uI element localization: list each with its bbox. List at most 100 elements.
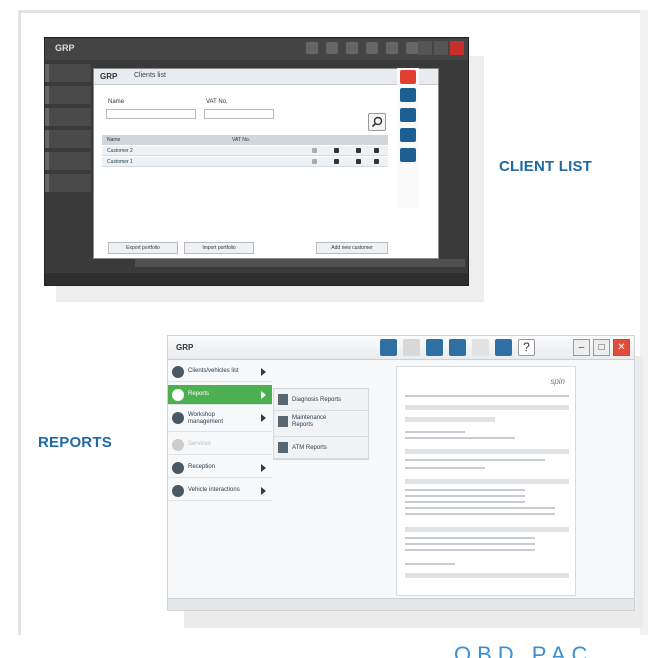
menu-item-reception[interactable]: Reception (168, 458, 272, 478)
info-icon[interactable] (312, 148, 317, 153)
minimize-button[interactable] (418, 41, 432, 55)
info-icon[interactable] (312, 159, 317, 164)
edit-icon[interactable] (356, 159, 361, 164)
dialog-titlebar: GRP Clients list (94, 69, 438, 85)
menu-item-label: Clients/vehicles list (188, 368, 239, 374)
close-button[interactable]: ✕ (613, 339, 630, 356)
dialog-logo: GRP (100, 72, 118, 81)
workshop-icon (172, 412, 184, 424)
report-line (405, 563, 455, 565)
delete-icon[interactable] (374, 159, 379, 164)
sidebar-item[interactable] (45, 108, 91, 126)
report-line (405, 537, 535, 539)
report-line (405, 501, 525, 503)
menu-item-label: Services (188, 441, 212, 447)
toolbar-icon[interactable] (326, 42, 338, 54)
minimize-button[interactable]: – (573, 339, 590, 356)
dialog-action-rail (397, 68, 419, 208)
report-section-bar (405, 449, 569, 454)
toolbar-icon[interactable] (380, 339, 397, 356)
maximize-button[interactable]: □ (593, 339, 610, 356)
search-button[interactable] (368, 113, 386, 131)
report-section-bar (405, 573, 569, 578)
camera-icon[interactable] (495, 339, 512, 356)
sidebar-item[interactable] (45, 174, 91, 192)
help-icon[interactable]: ? (518, 339, 535, 356)
document-icon (278, 394, 288, 405)
sidebar-item[interactable] (45, 152, 91, 170)
toolbar-icon[interactable] (346, 42, 358, 54)
delete-icon[interactable] (374, 148, 379, 153)
help-icon[interactable] (406, 42, 418, 54)
column-header-name[interactable]: Name (107, 137, 120, 143)
reports-screenshot: GRP ? – □ ✕ Clients/vehicles list Report… (167, 335, 635, 611)
report-line (405, 543, 535, 545)
car-icon[interactable] (334, 159, 339, 164)
app-logo: GRP (176, 343, 194, 352)
menu-item-reports[interactable]: Reports (168, 385, 272, 405)
report-logo: spin (550, 377, 565, 386)
toolbar-icon[interactable] (472, 339, 489, 356)
edit-icon[interactable] (356, 148, 361, 153)
sidebar-item[interactable] (45, 64, 91, 82)
menu-item-workshop[interactable]: Workshop management (168, 408, 272, 432)
maximize-button[interactable] (434, 41, 448, 55)
import-portfolio-button[interactable]: Import portfolio (184, 242, 254, 254)
submenu-maintenance-reports[interactable]: Maintenance Reports (274, 411, 368, 437)
export-portfolio-button[interactable]: Export portfolio (108, 242, 178, 254)
toolbar-icon[interactable] (386, 42, 398, 54)
print-icon[interactable] (400, 128, 416, 142)
menu-item-services: Services (168, 435, 272, 455)
submenu-atm-reports[interactable]: ATM Reports (274, 437, 368, 459)
clients-list-dialog: GRP Clients list Name VAT No. Name VAT N… (93, 68, 439, 259)
menu-item-label: Reports (188, 391, 210, 397)
reception-icon (172, 462, 184, 474)
camera-icon[interactable] (400, 148, 416, 162)
search-icon (371, 116, 383, 128)
status-bar (45, 273, 468, 285)
name-input[interactable] (106, 109, 196, 119)
submenu-label: ATM Reports (292, 445, 327, 451)
settings-icon[interactable] (403, 339, 420, 356)
status-message (135, 259, 465, 267)
report-line (405, 431, 465, 433)
client-name: Customer 2 (107, 148, 133, 154)
car-icon[interactable] (334, 148, 339, 153)
background-sidebar (45, 64, 91, 244)
car-icon[interactable] (449, 339, 466, 356)
close-button[interactable] (450, 41, 464, 55)
submenu-label: Maintenance Reports (292, 415, 327, 428)
report-field (405, 417, 495, 422)
submenu-diagnosis-reports[interactable]: Diagnosis Reports (274, 389, 368, 411)
column-header-vat[interactable]: VAT No. (232, 137, 250, 143)
chevron-right-icon (261, 487, 266, 495)
dialog-title: Clients list (134, 72, 166, 79)
add-customer-button[interactable]: Add new customer (316, 242, 388, 254)
vat-field-label: VAT No. (206, 99, 228, 105)
car-icon[interactable] (400, 108, 416, 122)
list-icon[interactable] (426, 339, 443, 356)
close-dialog-button[interactable] (400, 70, 416, 84)
globe-icon (172, 485, 184, 497)
menu-item-label: Workshop management (188, 412, 224, 425)
client-list-screenshot: GRP GRP Clients list Name VAT No. Name V… (44, 37, 469, 286)
sidebar-item[interactable] (45, 130, 91, 148)
vat-input[interactable] (204, 109, 274, 119)
cut-off-heading: OBD PAC (454, 644, 594, 658)
report-line (405, 489, 525, 491)
toolbar-icon[interactable] (306, 42, 318, 54)
report-line (405, 467, 485, 469)
menu-item-vehicle-interactions[interactable]: Vehicle interactions (168, 481, 272, 501)
services-icon (172, 439, 184, 451)
table-row[interactable]: Customer 2 (102, 146, 388, 156)
report-preview: spin (396, 366, 576, 596)
chevron-right-icon (261, 464, 266, 472)
report-line (405, 437, 515, 439)
toolbar-icon[interactable] (366, 42, 378, 54)
report-line (405, 495, 525, 497)
confirm-icon[interactable] (400, 88, 416, 102)
sidebar-item[interactable] (45, 86, 91, 104)
app-toolbar: GRP ? – □ ✕ (168, 336, 634, 360)
table-row[interactable]: Customer 1 (102, 157, 388, 167)
menu-item-clients-vehicles[interactable]: Clients/vehicles list (168, 362, 272, 382)
